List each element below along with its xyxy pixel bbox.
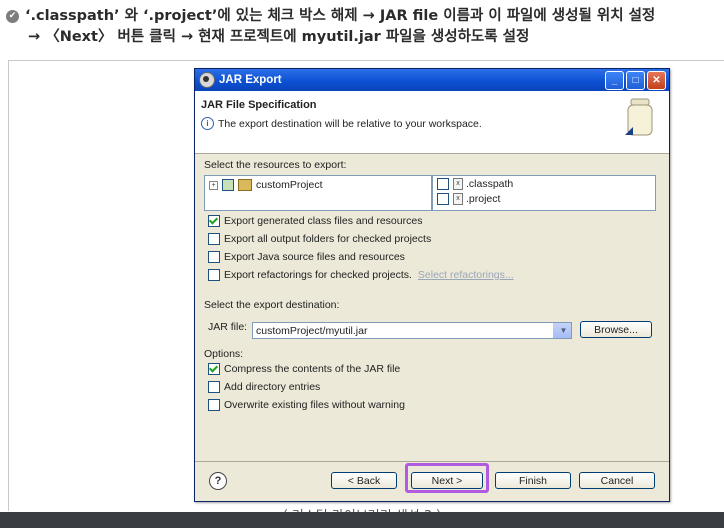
- export-refactorings-checkbox[interactable]: [208, 269, 220, 281]
- maximize-button[interactable]: □: [626, 70, 645, 90]
- check-circle-icon: ✔: [6, 10, 19, 23]
- instruction-line-2: → 〈Next〉 버튼 클릭 → 현재 프로젝트에 myutil.jar 파일을…: [6, 27, 655, 48]
- window-controls: _ □ ✕: [605, 70, 669, 90]
- compress-checkbox[interactable]: [208, 363, 220, 375]
- instruction-line-2-text: → 〈Next〉 버튼 클릭 → 현재 프로젝트에 myutil.jar 파일을…: [28, 29, 530, 45]
- export-java-source-checkbox[interactable]: [208, 251, 220, 263]
- resources-label: Select the resources to export:: [204, 159, 347, 171]
- eclipse-icon: [199, 72, 215, 88]
- header-description-text: The export destination will be relative …: [218, 117, 482, 130]
- select-refactorings-link[interactable]: Select refactorings...: [418, 269, 514, 281]
- file-label-classpath: .classpath: [466, 178, 514, 190]
- options-label: Options:: [204, 348, 244, 360]
- compress-label: Compress the contents of the JAR file: [224, 363, 401, 375]
- export-output-folders-option[interactable]: Export all output folders for checked pr…: [208, 233, 431, 245]
- close-button[interactable]: ✕: [647, 70, 666, 90]
- help-icon[interactable]: ?: [209, 472, 227, 490]
- tree-item-label: customProject: [256, 179, 323, 191]
- file-checkbox-project[interactable]: [437, 193, 449, 205]
- tree-item-customproject[interactable]: + customProject: [205, 178, 431, 192]
- jar-export-dialog: JAR Export _ □ ✕ JAR File Specification …: [194, 68, 670, 502]
- file-checkbox-classpath[interactable]: [437, 178, 449, 190]
- back-button[interactable]: < Back: [331, 472, 397, 489]
- header-description: i The export destination will be relativ…: [201, 117, 482, 130]
- destination-label: Select the export destination:: [204, 299, 340, 311]
- compress-option[interactable]: Compress the contents of the JAR file: [208, 363, 400, 375]
- finish-button[interactable]: Finish: [495, 472, 571, 489]
- export-refactorings-option[interactable]: Export refactorings for checked projects…: [208, 269, 514, 281]
- dialog-header: JAR File Specification i The export dest…: [195, 91, 669, 154]
- overwrite-label: Overwrite existing files without warning: [224, 399, 405, 411]
- directory-entries-label: Add directory entries: [224, 381, 321, 393]
- file-x-icon: x: [453, 193, 463, 205]
- export-java-source-label: Export Java source files and resources: [224, 251, 405, 263]
- next-highlight-box: [405, 463, 489, 493]
- file-item-project[interactable]: x .project: [433, 192, 655, 206]
- directory-entries-option[interactable]: Add directory entries: [208, 381, 320, 393]
- video-bottom-bar: [0, 512, 724, 528]
- directory-entries-checkbox[interactable]: [208, 381, 220, 393]
- resource-tree[interactable]: + customProject: [204, 175, 432, 211]
- project-folder-icon: [238, 179, 252, 191]
- overwrite-option[interactable]: Overwrite existing files without warning: [208, 399, 405, 411]
- jar-icon: [625, 98, 653, 136]
- minimize-button[interactable]: _: [605, 70, 624, 90]
- file-list[interactable]: x .classpath x .project: [432, 175, 656, 211]
- file-item-classpath[interactable]: x .classpath: [433, 177, 655, 191]
- export-java-source-option[interactable]: Export Java source files and resources: [208, 251, 405, 263]
- info-icon: i: [201, 117, 214, 130]
- instruction-line-1-text: ‘.classpath’ 와 ‘.project’에 있는 체크 박스 해제 →…: [25, 8, 656, 24]
- jar-file-label: JAR file:: [208, 321, 248, 333]
- export-class-files-label: Export generated class files and resourc…: [224, 215, 423, 227]
- export-output-folders-checkbox[interactable]: [208, 233, 220, 245]
- dialog-title: JAR Export: [219, 74, 282, 86]
- header-title: JAR File Specification: [201, 99, 317, 111]
- export-class-files-checkbox[interactable]: [208, 215, 220, 227]
- instruction-line-1: ✔ ‘.classpath’ 와 ‘.project’에 있는 체크 박스 해제…: [6, 6, 655, 27]
- cancel-button[interactable]: Cancel: [579, 472, 655, 489]
- instruction-text: ✔ ‘.classpath’ 와 ‘.project’에 있는 체크 박스 해제…: [6, 6, 655, 48]
- export-class-files-option[interactable]: Export generated class files and resourc…: [208, 215, 422, 227]
- dialog-footer-divider: [195, 461, 669, 462]
- chevron-down-icon[interactable]: ▼: [553, 323, 571, 338]
- dialog-titlebar[interactable]: JAR Export _ □ ✕: [195, 69, 669, 91]
- expand-icon[interactable]: +: [209, 180, 218, 190]
- export-refactorings-label: Export refactorings for checked projects…: [224, 269, 412, 281]
- jar-file-combo[interactable]: customProject/myutil.jar ▼: [252, 322, 572, 339]
- overwrite-checkbox[interactable]: [208, 399, 220, 411]
- file-label-project: .project: [466, 193, 501, 205]
- browse-button[interactable]: Browse...: [580, 321, 652, 338]
- jar-file-value: customProject/myutil.jar: [256, 324, 368, 337]
- export-output-folders-label: Export all output folders for checked pr…: [224, 233, 432, 245]
- tree-checkbox[interactable]: [222, 179, 234, 191]
- file-x-icon: x: [453, 178, 463, 190]
